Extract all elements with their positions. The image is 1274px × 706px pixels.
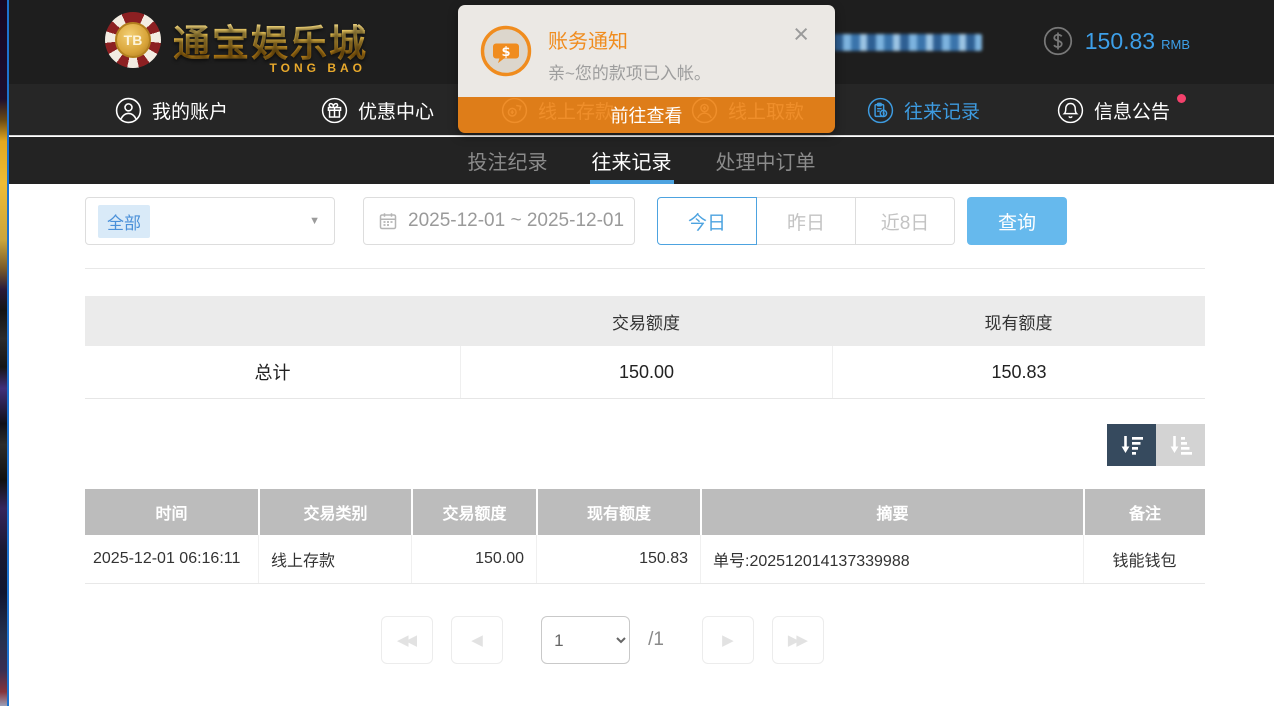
table-row: 2025-12-01 06:16:11 线上存款 150.00 150.83 单… (85, 535, 1205, 584)
tab-transaction-records[interactable]: 往来记录 (592, 137, 672, 184)
summary-header-transaction: 交易额度 (460, 296, 832, 346)
last-page-button[interactable]: ▶▶ (772, 616, 824, 664)
summary-header-balance: 现有额度 (832, 296, 1205, 346)
tab-bar: 投注纪录 往来记录 处理中订单 (9, 137, 1274, 184)
cell-transaction-amount: 150.00 (411, 535, 536, 583)
gift-icon (321, 97, 348, 124)
unread-badge (1177, 94, 1186, 103)
sort-descending-icon (1118, 432, 1145, 459)
sort-controls (1107, 424, 1205, 466)
pagination: ◀◀ ◀ 1 /1 ▶ ▶▶ (9, 616, 1196, 664)
type-select[interactable]: 全部 ▼ (85, 197, 335, 245)
chevron-down-icon: ▼ (309, 215, 320, 227)
col-type: 交易类别 (258, 489, 411, 535)
date-range-input[interactable]: 2025-12-01 ~ 2025-12-01 (363, 197, 635, 245)
records-table: 时间 交易类别 交易额度 现有额度 摘要 备注 2025-12-01 06:16… (85, 489, 1205, 584)
next-page-button[interactable]: ▶ (702, 616, 754, 664)
balance-amount: 150.83 (1085, 28, 1155, 55)
dollar-circle-icon (1043, 26, 1073, 56)
tab-pending-orders[interactable]: 处理中订单 (716, 137, 816, 184)
notification-action-button[interactable]: 前往查看 (458, 97, 835, 133)
tab-bet-records[interactable]: 投注纪录 (468, 137, 548, 184)
summary-transaction-total: 150.00 (460, 346, 832, 398)
sort-ascending-button[interactable] (1156, 424, 1205, 466)
page-total: /1 (648, 629, 664, 651)
last-8-days-button[interactable]: 近8日 (856, 197, 955, 245)
cell-time: 2025-12-01 06:16:11 (85, 535, 258, 583)
nav-item-transactions[interactable]: 往来记录 (867, 84, 980, 136)
site-title: 通宝娱乐城 (173, 13, 368, 67)
col-remark: 备注 (1083, 489, 1205, 535)
date-range-value: 2025-12-01 ~ 2025-12-01 (408, 210, 624, 232)
cell-summary: 单号:202512014137339988 (700, 535, 1083, 583)
content-area: 全部 ▼ 2025-12-01 ~ 2025-12-01 今日 昨日 近8日 查… (9, 184, 1274, 706)
close-icon[interactable]: × (793, 21, 809, 48)
prev-page-button[interactable]: ◀ (451, 616, 503, 664)
transaction-records-icon (867, 97, 894, 124)
cell-remark: 钱能钱包 (1083, 535, 1205, 583)
left-background-strip (0, 0, 9, 706)
summary-total-row: 总计 150.00 150.83 (85, 346, 1205, 399)
col-time: 时间 (85, 489, 258, 535)
calendar-icon (378, 211, 398, 231)
notification-message: 亲~您的款项已入帐。 (548, 59, 711, 84)
first-page-button[interactable]: ◀◀ (381, 616, 433, 664)
notification-title: 账务通知 (548, 25, 628, 54)
summary-balance-total: 150.83 (832, 346, 1205, 398)
nav-item-announcements[interactable]: 信息公告 (1057, 84, 1170, 136)
nav-item-promotions[interactable]: 优惠中心 (321, 84, 434, 136)
divider (85, 268, 1205, 269)
col-balance: 现有额度 (536, 489, 700, 535)
site-subtitle: TONG BAO (270, 61, 366, 75)
page: TB 通宝娱乐城 TONG BAO 15 (0, 0, 1274, 706)
logo-text: 通宝娱乐城 TONG BAO (173, 13, 368, 67)
cell-balance: 150.83 (536, 535, 700, 583)
money-message-icon: $ (480, 25, 532, 77)
yesterday-button[interactable]: 昨日 (757, 197, 856, 245)
sort-descending-button[interactable] (1107, 424, 1156, 466)
bell-icon (1057, 97, 1084, 124)
summary-header-row: 交易额度 现有额度 (85, 296, 1205, 346)
col-summary: 摘要 (700, 489, 1083, 535)
account-icon (115, 97, 142, 124)
quick-range-group: 今日 昨日 近8日 (657, 197, 955, 245)
username-redacted (834, 34, 982, 51)
search-button[interactable]: 查询 (967, 197, 1067, 245)
notification-popup: $ 账务通知 亲~您的款项已入帐。 × 前往查看 (458, 5, 835, 133)
svg-text:$: $ (501, 45, 510, 60)
sort-ascending-icon (1167, 432, 1194, 459)
table-header-row: 时间 交易类别 交易额度 现有额度 摘要 备注 (85, 489, 1205, 535)
col-transaction-amount: 交易额度 (411, 489, 536, 535)
summary-total-label: 总计 (85, 346, 460, 398)
summary-table: 交易额度 现有额度 总计 150.00 150.83 (85, 296, 1205, 399)
cell-type: 线上存款 (258, 535, 411, 583)
type-selected-tag: 全部 (98, 205, 150, 238)
today-button[interactable]: 今日 (657, 197, 757, 245)
notification-body: $ 账务通知 亲~您的款项已入帐。 × (458, 5, 835, 97)
nav-item-my-account[interactable]: 我的账户 (115, 84, 228, 136)
balance-currency: RMB (1161, 37, 1190, 52)
balance[interactable]: 150.83 RMB (1043, 26, 1190, 56)
page-select[interactable]: 1 (541, 616, 630, 664)
summary-header-empty (85, 296, 460, 346)
chip-monogram: TB (115, 22, 151, 58)
poker-chip-icon: TB (105, 12, 161, 68)
site-logo[interactable]: TB 通宝娱乐城 TONG BAO (105, 12, 368, 68)
